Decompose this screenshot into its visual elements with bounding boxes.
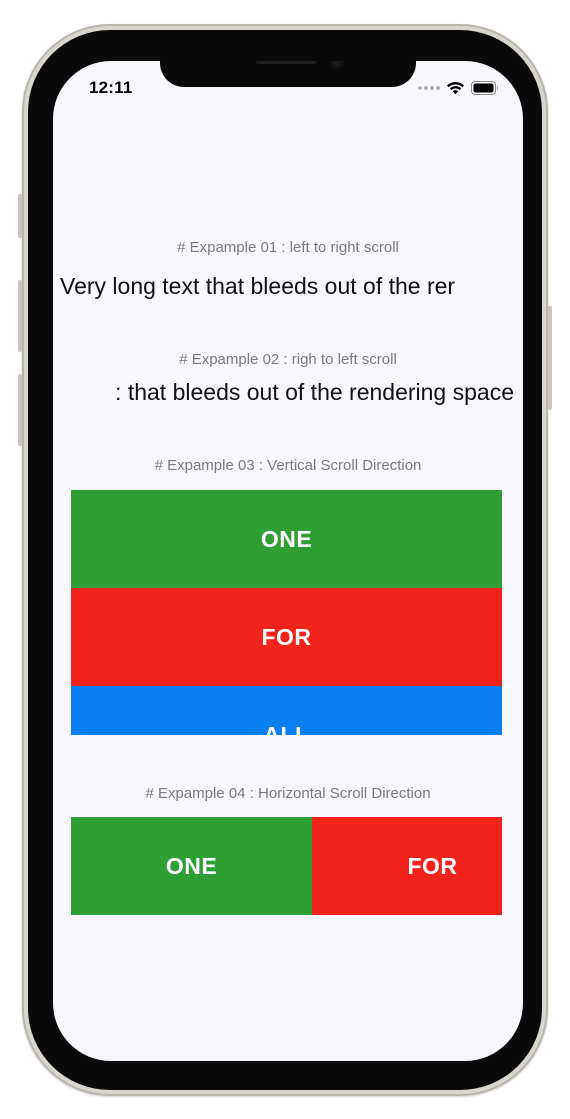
battery-icon: [471, 81, 498, 95]
example-03-vertical-scroller[interactable]: ONE FOR ALL: [71, 490, 502, 735]
signal-dots-icon: [418, 86, 440, 90]
volume-up-button: [18, 280, 22, 352]
notch: [160, 61, 416, 87]
wifi-icon: [447, 81, 464, 95]
example-03-panel-for-label: FOR: [261, 623, 312, 650]
example-01-marquee: Very long text that bleeds out of the re…: [53, 269, 523, 305]
example-03-panel-all-label: ALL: [263, 721, 310, 736]
example-04-panel-one: ONE: [71, 817, 312, 915]
silent-switch: [18, 194, 22, 238]
example-02-text: : that bleeds out of the rendering space: [115, 379, 514, 405]
example-04-caption: # Expample 04 : Horizontal Scroll Direct…: [145, 785, 431, 802]
example-02-caption: # Expample 02 : righ to left scroll: [179, 351, 397, 368]
example-04-panel-one-label: ONE: [165, 852, 218, 879]
example-04-horizontal-scroller[interactable]: ONE FOR: [71, 817, 502, 915]
example-03-caption: # Expample 03 : Vertical Scroll Directio…: [154, 457, 422, 474]
example-03-panel-all: ALL: [71, 686, 502, 735]
example-04-panel-for-label: FOR: [407, 852, 458, 879]
status-time: 12:11: [89, 78, 133, 97]
app-screen: 12:11 # Expample 01 : left to right scro…: [53, 61, 523, 1061]
example-03-panel-for: FOR: [71, 588, 502, 686]
status-icons: [418, 78, 499, 98]
power-button: [548, 306, 552, 410]
example-01-text: Very long text that bleeds out of the re…: [60, 273, 456, 299]
example-02-marquee: : that bleeds out of the rendering space: [53, 375, 523, 411]
example-03-panel-one: ONE: [71, 490, 502, 588]
speaker-grille: [256, 61, 316, 64]
example-01-caption: # Expample 01 : left to right scroll: [177, 239, 399, 256]
example-03-panel-one-label: ONE: [260, 525, 313, 552]
front-camera: [330, 61, 344, 69]
volume-down-button: [18, 374, 22, 446]
example-04-panel-for: FOR: [312, 817, 502, 915]
